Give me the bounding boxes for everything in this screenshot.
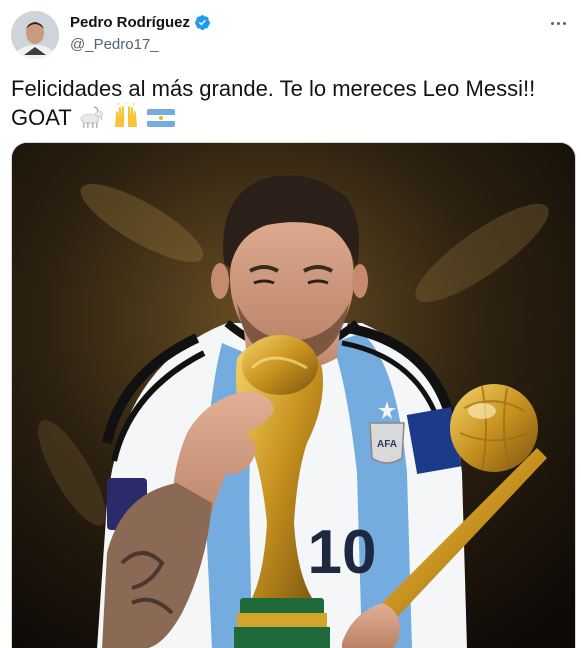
tweet-card: Pedro Rodríguez @_Pedro17_ Felicidades a… bbox=[0, 0, 581, 648]
jersey-number: 10 bbox=[308, 518, 377, 587]
author-name-row: Pedro Rodríguez bbox=[70, 14, 211, 31]
tweet-text-line2: GOAT bbox=[11, 105, 72, 130]
crest-text: AFA bbox=[377, 439, 397, 450]
more-options-icon[interactable] bbox=[547, 12, 569, 34]
tweet-media-photo[interactable]: AFA 10 bbox=[11, 142, 576, 648]
author-handle[interactable]: @_Pedro17_ bbox=[70, 36, 159, 53]
raising-hands-emoji bbox=[112, 102, 140, 136]
verified-badge-icon bbox=[194, 14, 211, 31]
author-avatar[interactable] bbox=[11, 11, 59, 59]
tweet-text-line1: Felicidades al más grande. Te lo mereces… bbox=[11, 76, 536, 101]
tweet-text: Felicidades al más grande. Te lo mereces… bbox=[11, 74, 571, 136]
author-name[interactable]: Pedro Rodríguez bbox=[70, 14, 190, 31]
goat-emoji bbox=[77, 105, 105, 136]
argentina-flag-emoji bbox=[146, 107, 176, 136]
